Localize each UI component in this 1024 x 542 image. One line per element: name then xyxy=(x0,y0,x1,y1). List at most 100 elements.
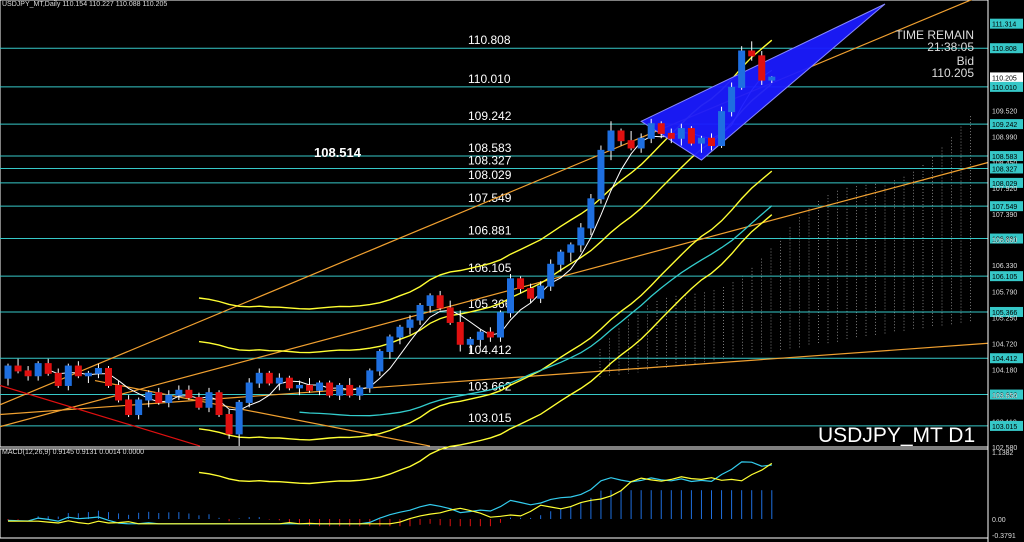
candle-body xyxy=(738,50,746,88)
candle-body xyxy=(316,382,324,391)
candle-body xyxy=(496,312,504,338)
axis-tick-label: 103.015 xyxy=(992,424,1017,431)
candle-body xyxy=(647,123,655,139)
axis-tick-label: 110.808 xyxy=(992,46,1017,53)
axis-tick-label: 104.412 xyxy=(992,356,1017,363)
candle-body xyxy=(557,251,565,265)
candle-body xyxy=(115,384,123,401)
candle-body xyxy=(255,372,263,384)
candle-body xyxy=(235,401,243,435)
moving-averages xyxy=(48,39,773,485)
candle-body xyxy=(225,414,233,435)
axis-tick-label: 105.790 xyxy=(992,289,1017,296)
candle-body xyxy=(34,363,42,377)
candle-body xyxy=(567,244,575,253)
candle-body xyxy=(748,50,756,57)
axis-tick-label: 109.520 xyxy=(992,109,1017,116)
candle-body xyxy=(135,399,143,416)
candle-body xyxy=(386,336,394,353)
candle-body xyxy=(94,367,102,374)
axis-tick-label: 110.205 xyxy=(992,75,1017,82)
candle-body xyxy=(406,319,414,328)
candle-body xyxy=(587,198,595,229)
macd-pane-border xyxy=(0,448,989,539)
level-label: 110.808 xyxy=(468,33,511,47)
candle-body xyxy=(728,86,736,113)
price-axis: 111.314 110.808 110.205 110.010 109.520 109.2… xyxy=(987,0,1023,542)
candle-body xyxy=(265,372,273,384)
macd-axis-label: 0.00 xyxy=(992,517,1006,524)
candle-body xyxy=(527,288,535,299)
candle-body xyxy=(74,365,82,377)
candle-body xyxy=(125,399,133,416)
candle-body xyxy=(697,137,705,144)
candle-body xyxy=(486,331,494,338)
candle-body xyxy=(356,387,364,396)
macd-main-line xyxy=(7,461,772,525)
candle-body xyxy=(14,365,22,372)
candle-body xyxy=(285,377,293,389)
axis-tick-label: 106.860 xyxy=(992,238,1017,245)
chart-header: USDJPY_MT,Daily 110.154 110.227 110.088 … xyxy=(2,1,167,8)
candle-body xyxy=(708,137,715,147)
candle-body xyxy=(537,285,545,299)
candle-body xyxy=(637,137,645,149)
axis-tick-label: 106.105 xyxy=(992,274,1017,281)
level-lines: 110.808110.010109.242108.583108.327108.0… xyxy=(0,33,988,427)
candle-body xyxy=(687,128,695,144)
axis-tick-label: 105.250 xyxy=(992,316,1017,323)
candle-body xyxy=(456,321,464,345)
macd-header: MACD(12,26,9) 0.9145 0.9131 0.0014 0.000… xyxy=(2,449,145,456)
axis-tick-label: 106.330 xyxy=(992,263,1017,270)
wedge-triangle xyxy=(640,3,886,161)
candle-body xyxy=(275,377,283,384)
candle-body xyxy=(627,140,635,149)
pivot-label: 108.514 xyxy=(314,145,361,160)
candle-body xyxy=(215,392,223,416)
level-label: 110.010 xyxy=(468,72,511,86)
candle-body xyxy=(446,307,454,323)
macd-axis-label: 1.1382 xyxy=(992,450,1014,457)
candle-body xyxy=(517,278,525,290)
candle-body xyxy=(165,394,173,403)
axis-tick-label: 103.650 xyxy=(992,393,1017,400)
candle-body xyxy=(346,384,354,396)
candle-body xyxy=(426,295,434,306)
axis-tick-label: 107.390 xyxy=(992,212,1017,219)
candle-body xyxy=(326,382,334,396)
candle-body xyxy=(657,123,665,134)
candle-body xyxy=(617,130,625,142)
level-label: 104.412 xyxy=(468,343,512,357)
candle-body xyxy=(84,372,92,377)
axis-tick-label: 104.180 xyxy=(992,367,1017,374)
candle-body xyxy=(667,132,675,139)
price-chart[interactable]: 110.808110.010109.242108.583108.327108.0… xyxy=(0,0,1024,542)
level-label: 108.327 xyxy=(468,153,512,167)
axis-tick-label: 107.920 xyxy=(992,186,1017,193)
candle-body xyxy=(205,392,213,408)
axis-tick-label: 109.242 xyxy=(992,122,1017,129)
candle-body xyxy=(185,389,193,399)
candle-body xyxy=(155,392,163,403)
candles xyxy=(4,41,776,447)
candle-body xyxy=(597,149,605,200)
time-remain-value: 21:38:05 xyxy=(927,40,974,54)
candle-body xyxy=(768,76,776,81)
axis-tick-label: 108.327 xyxy=(992,166,1017,173)
candle-body xyxy=(677,128,685,139)
level-label: 108.029 xyxy=(468,168,512,182)
candle-body xyxy=(376,351,384,372)
level-label: 106.881 xyxy=(468,224,512,238)
chart-ohlc: 110.154 110.227 110.088 110.205 xyxy=(62,1,168,8)
candle-body xyxy=(416,304,424,321)
candle-body xyxy=(466,338,474,345)
level-label: 103.015 xyxy=(468,411,512,425)
candle-body xyxy=(175,389,183,396)
ichimoku-cloud xyxy=(599,116,971,379)
candle-body xyxy=(718,111,726,147)
axis-tick-label: 108.990 xyxy=(992,134,1017,141)
axis-tick-label: 111.314 xyxy=(992,22,1016,29)
candle-body xyxy=(195,397,203,408)
candle-body xyxy=(44,363,52,374)
candle-body xyxy=(577,227,585,246)
